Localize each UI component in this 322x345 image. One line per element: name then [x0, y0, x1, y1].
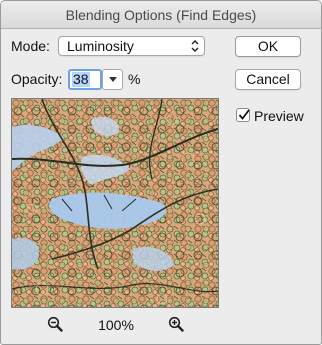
- cancel-button[interactable]: Cancel: [235, 69, 301, 90]
- preview-checkbox[interactable]: [236, 108, 250, 122]
- opacity-label: Opacity:: [11, 71, 63, 87]
- window-title: Blending Options (Find Edges): [65, 7, 257, 23]
- mode-label: Mode:: [11, 38, 50, 54]
- checkmark-icon: [238, 109, 250, 120]
- find-edges-foliage-image: [12, 99, 218, 307]
- zoom-out-icon[interactable]: [47, 316, 63, 332]
- zoom-in-icon[interactable]: [168, 316, 184, 332]
- up-down-chevron-icon: [191, 40, 199, 52]
- opacity-unit: %: [128, 71, 141, 87]
- mode-select-value: Luminosity: [67, 38, 134, 54]
- opacity-input[interactable]: 38: [68, 69, 102, 90]
- mode-select[interactable]: Luminosity: [58, 36, 205, 56]
- blending-options-dialog: Blending Options (Find Edges) Mode: Lumi…: [0, 0, 322, 345]
- preview-label[interactable]: Preview: [254, 108, 304, 124]
- opacity-value: 38: [72, 71, 90, 87]
- preview-image[interactable]: [11, 98, 219, 308]
- triangle-down-icon: [109, 77, 117, 82]
- title-bar[interactable]: Blending Options (Find Edges): [1, 1, 321, 29]
- zoom-level: 100%: [98, 317, 134, 333]
- opacity-slider-button[interactable]: [102, 69, 123, 90]
- ok-button[interactable]: OK: [235, 36, 301, 57]
